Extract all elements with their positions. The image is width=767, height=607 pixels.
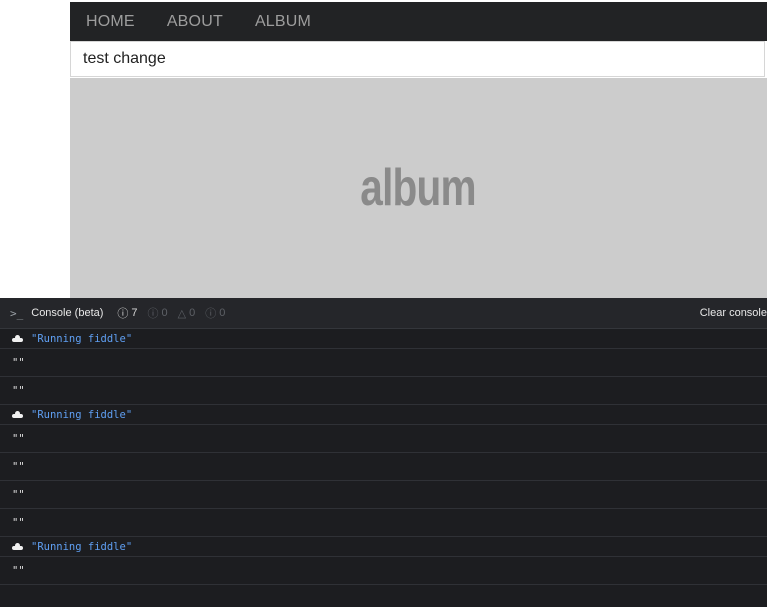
console-title: Console (beta) (31, 307, 104, 319)
warn-count-filter[interactable]: △ 0 (178, 307, 196, 320)
console-log-entry: "" (0, 481, 767, 509)
preview-pane: HOME ABOUT ALBUM test change album (0, 0, 767, 298)
console-log-entry: "" (0, 425, 767, 453)
console-entry-text: "" (12, 564, 25, 577)
cloud-icon (12, 411, 23, 418)
warning-triangle-icon: △ (177, 307, 187, 320)
terminal-prompt-icon: >_ (10, 306, 24, 320)
console-info-entry: "Running fiddle" (0, 329, 767, 349)
console-entry-text: "" (12, 432, 25, 445)
console-entry-text: "Running fiddle" (31, 332, 133, 345)
info-circle-icon: ⓘ (117, 308, 129, 320)
info-count: 0 (161, 307, 168, 319)
error-count-filter[interactable]: ⓘ 0 (205, 305, 225, 321)
console-entry-text: "" (12, 460, 25, 473)
console-log-entry: "" (0, 453, 767, 481)
console-info-entry: "Running fiddle" (0, 537, 767, 557)
clear-console-button[interactable]: Clear console (700, 298, 767, 329)
console-info-entry: "Running fiddle" (0, 405, 767, 425)
album-placeholder-label: album (360, 159, 477, 217)
console-log: "Running fiddle" "" "" "Running fiddle" "" ""… (0, 329, 767, 585)
console-header: >_ Console (beta) ⓘ 7 ⓘ 0 △ 0 ⓘ 0 Clear … (0, 298, 767, 329)
nav-home[interactable]: HOME (86, 13, 135, 31)
cloud-icon (12, 543, 23, 550)
console-panel: >_ Console (beta) ⓘ 7 ⓘ 0 △ 0 ⓘ 0 Clear … (0, 298, 767, 607)
console-log-entry: "" (0, 509, 767, 537)
album-placeholder-image: album (70, 78, 767, 298)
text-field-value: test change (83, 50, 166, 67)
console-entry-text: "Running fiddle" (31, 408, 133, 421)
console-entry-text: "" (12, 488, 25, 501)
nav-about[interactable]: ABOUT (167, 13, 223, 31)
error-circle-icon: ⓘ (205, 308, 217, 320)
nav-album[interactable]: ALBUM (255, 13, 311, 31)
navbar: HOME ABOUT ALBUM (70, 2, 767, 41)
info-count-filter[interactable]: ⓘ 0 (148, 305, 168, 321)
console-entry-text: "Running fiddle" (31, 540, 133, 553)
log-count: 7 (131, 307, 138, 319)
cloud-icon (12, 335, 23, 342)
console-entry-text: "" (12, 384, 25, 397)
console-log-entry: "" (0, 377, 767, 405)
text-field[interactable]: test change (70, 41, 765, 77)
log-count-filter[interactable]: ⓘ 7 (117, 305, 137, 321)
console-log-entry: "" (0, 349, 767, 377)
console-entry-text: "" (12, 356, 25, 369)
console-entry-text: "" (12, 516, 25, 529)
info-circle-icon: ⓘ (147, 308, 159, 320)
console-log-entry: "" (0, 557, 767, 585)
warn-count: 0 (189, 307, 196, 319)
error-count: 0 (219, 307, 226, 319)
